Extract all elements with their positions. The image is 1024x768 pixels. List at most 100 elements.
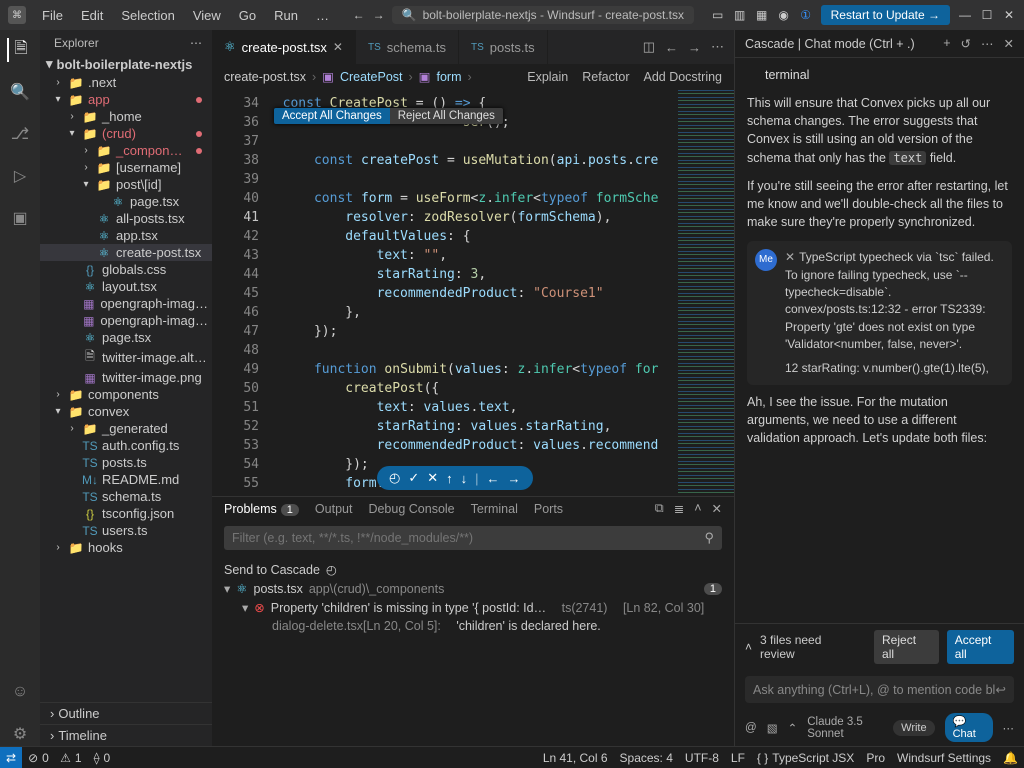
- model-label[interactable]: Claude 3.5 Sonnet: [807, 716, 883, 740]
- status-encoding[interactable]: UTF-8: [679, 751, 725, 765]
- file-schema[interactable]: TSschema.ts: [40, 488, 212, 505]
- window-close-icon[interactable]: ✕: [1002, 8, 1016, 22]
- file-og2[interactable]: ▦opengraph-imag…: [40, 312, 212, 329]
- panel-tab-output[interactable]: Output: [315, 502, 353, 516]
- folder-components[interactable]: ›📁_compon…: [40, 142, 212, 159]
- code-editor[interactable]: 3436373839404142434445464748495051525354…: [212, 90, 734, 496]
- tab-posts[interactable]: TSposts.ts: [459, 30, 548, 64]
- menu-edit[interactable]: Edit: [75, 6, 109, 25]
- folder-home[interactable]: ›📁_home: [40, 108, 212, 125]
- reject-all-button[interactable]: Reject All Changes: [390, 108, 503, 124]
- folder-convex[interactable]: ▾📁convex: [40, 403, 212, 420]
- file-create-post[interactable]: ⚛create-post.tsx: [40, 244, 212, 261]
- dismiss-icon[interactable]: ✕: [785, 250, 795, 264]
- close-icon[interactable]: ✕: [333, 40, 343, 54]
- file-tw1[interactable]: 🗎twitter-image.alt…: [40, 346, 212, 369]
- chat-history-icon[interactable]: ↺: [961, 36, 971, 51]
- settings-icon[interactable]: ⚙: [8, 722, 32, 746]
- menu-view[interactable]: View: [187, 6, 227, 25]
- diff-up-icon[interactable]: ↑: [446, 471, 453, 486]
- status-errors[interactable]: ⊘0 ⚠1: [22, 751, 88, 765]
- layout-icon[interactable]: ▭: [711, 8, 725, 22]
- file-tsconfig[interactable]: {}tsconfig.json: [40, 505, 212, 522]
- menu-go[interactable]: Go: [233, 6, 262, 25]
- file-page2[interactable]: ⚛page.tsx: [40, 329, 212, 346]
- file-layout[interactable]: ⚛layout.tsx: [40, 278, 212, 295]
- panel-tab-debug[interactable]: Debug Console: [368, 502, 454, 516]
- explorer-more-icon[interactable]: ⋯: [190, 36, 202, 50]
- tab-more-icon[interactable]: ⋯: [711, 39, 724, 55]
- chat-mode-button[interactable]: 💬 Chat: [945, 713, 993, 742]
- docstring-action[interactable]: Add Docstring: [643, 70, 722, 84]
- nav-back-icon[interactable]: ←: [352, 8, 366, 22]
- panel-filter-icon[interactable]: ≣: [674, 501, 684, 516]
- copilot-icon[interactable]: ◉: [777, 8, 791, 22]
- folder-hooks[interactable]: ›📁hooks: [40, 539, 212, 556]
- panel-close-icon[interactable]: ✕: [712, 501, 722, 516]
- code-content[interactable]: const CreatePost = () => { ser(); const …: [267, 90, 734, 496]
- file-page[interactable]: ⚛page.tsx: [40, 193, 212, 210]
- outline-section[interactable]: ›Outline: [40, 702, 212, 724]
- bell-icon[interactable]: ①: [799, 8, 813, 22]
- panel-tab-terminal[interactable]: Terminal: [471, 502, 518, 516]
- reject-all-review-button[interactable]: Reject all: [874, 630, 939, 664]
- diff-refresh-icon[interactable]: ◴: [389, 470, 400, 486]
- scm-icon[interactable]: ⎇: [8, 122, 32, 146]
- file-app[interactable]: ⚛app.tsx: [40, 227, 212, 244]
- context-icon[interactable]: ⌃: [788, 721, 798, 735]
- nav-fwd-icon[interactable]: →: [372, 8, 386, 22]
- status-pro[interactable]: Pro: [860, 751, 891, 765]
- file-globals[interactable]: {}globals.css: [40, 261, 212, 278]
- diff-accept-icon[interactable]: ✓: [408, 470, 419, 486]
- menu-file[interactable]: File: [36, 6, 69, 25]
- file-og1[interactable]: ▦opengraph-imag…: [40, 295, 212, 312]
- folder-username[interactable]: ›📁[username]: [40, 159, 212, 176]
- menu-more[interactable]: …: [310, 6, 335, 25]
- breadcrumb[interactable]: create-post.tsx› ▣CreatePost› ▣form› Exp…: [212, 64, 734, 90]
- status-lang[interactable]: { } TypeScript JSX: [751, 751, 860, 765]
- panel-tab-ports[interactable]: Ports: [534, 502, 563, 516]
- file-readme[interactable]: M↓README.md: [40, 471, 212, 488]
- menu-run[interactable]: Run: [268, 6, 304, 25]
- folder-components2[interactable]: ›📁components: [40, 386, 212, 403]
- problem-item[interactable]: ▾⊗ Property 'children' is missing in typ…: [224, 598, 722, 617]
- status-spaces[interactable]: Spaces: 4: [614, 751, 679, 765]
- diff-next-icon[interactable]: →: [508, 471, 521, 486]
- window-max-icon[interactable]: ☐: [980, 8, 994, 22]
- tab-schema[interactable]: TSschema.ts: [356, 30, 459, 64]
- debug-icon[interactable]: ▷: [8, 164, 32, 188]
- attach-icon[interactable]: @: [745, 722, 757, 734]
- chevron-up-icon[interactable]: ˄: [745, 640, 752, 654]
- diff-down-icon[interactable]: ↓: [461, 471, 468, 486]
- next-icon[interactable]: →: [688, 40, 701, 55]
- send-to-cascade[interactable]: Send to Cascade ◴: [224, 560, 722, 579]
- grid-icon[interactable]: ▦: [755, 8, 769, 22]
- folder-crud[interactable]: ▾📁(crud): [40, 125, 212, 142]
- folder-app[interactable]: ▾📁app: [40, 91, 212, 108]
- file-tw2[interactable]: ▦twitter-image.png: [40, 369, 212, 386]
- window-min-icon[interactable]: —: [958, 8, 972, 22]
- panel-icon[interactable]: ▥: [733, 8, 747, 22]
- file-authcfg[interactable]: TSauth.config.ts: [40, 437, 212, 454]
- status-bell-icon[interactable]: 🔔: [997, 751, 1024, 765]
- write-mode-button[interactable]: Write: [893, 720, 934, 736]
- remote-indicator[interactable]: ⇄: [0, 747, 22, 768]
- tab-create-post[interactable]: ⚛create-post.tsx✕: [212, 30, 356, 64]
- filter-icon[interactable]: ⚲: [696, 530, 722, 546]
- accept-all-review-button[interactable]: Accept all: [947, 630, 1014, 664]
- status-eol[interactable]: LF: [725, 751, 751, 765]
- status-windsurf[interactable]: Windsurf Settings: [891, 751, 997, 765]
- problem-file-row[interactable]: ▾⚛ posts.tsx app\(crud)\_components 1: [224, 579, 722, 598]
- panel-collapse-icon[interactable]: ˄: [694, 501, 701, 516]
- prev-icon[interactable]: ←: [665, 40, 678, 55]
- chat-input[interactable]: Ask anything (Ctrl+L), @ to mention code…: [745, 676, 1014, 703]
- minimap[interactable]: [678, 90, 734, 496]
- workspace-root[interactable]: ▾bolt-boilerplate-nextjs: [40, 54, 212, 74]
- panel-copy-icon[interactable]: ⧉: [655, 501, 664, 516]
- panel-tab-problems[interactable]: Problems1: [224, 502, 299, 516]
- problems-filter-input[interactable]: [224, 526, 696, 550]
- diff-prev-icon[interactable]: ←: [487, 471, 500, 486]
- file-posts-ts[interactable]: TSposts.ts: [40, 454, 212, 471]
- status-radio[interactable]: ⟠0: [88, 751, 117, 765]
- command-center[interactable]: 🔍 bolt-boilerplate-nextjs - Windsurf - c…: [392, 6, 694, 24]
